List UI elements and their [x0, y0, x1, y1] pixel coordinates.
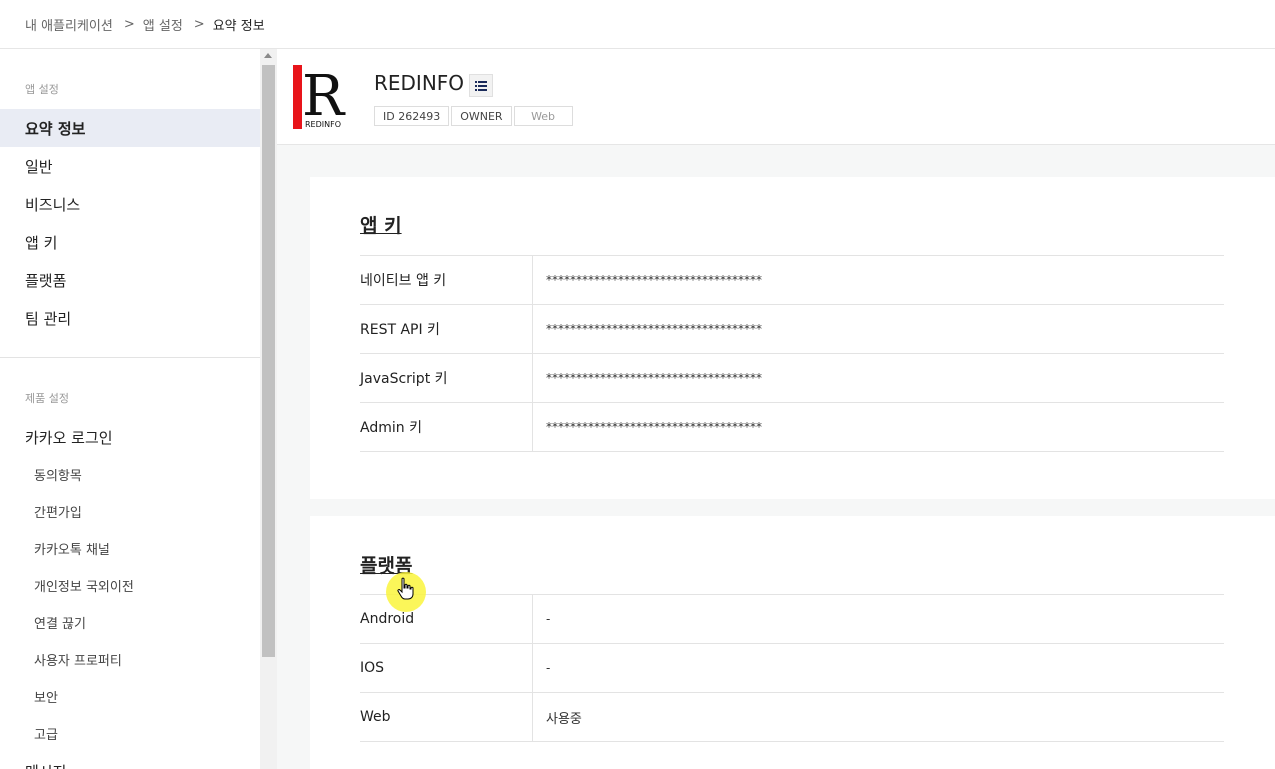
- scroll-up-arrow-icon[interactable]: [264, 53, 272, 58]
- platform-value: -: [546, 612, 551, 626]
- breadcrumb-separator: >: [123, 16, 135, 32]
- app-keys-card: 앱 키 네이티브 앱 키 ***************************…: [310, 177, 1275, 499]
- key-value: ************************************: [546, 273, 762, 287]
- table-row: IOS -: [360, 644, 1224, 693]
- sidebar-subitem-kakaotalk-channel[interactable]: 카카오톡 채널: [0, 530, 260, 567]
- sidebar-item-message[interactable]: 메시지: [0, 752, 260, 769]
- breadcrumb-app-settings[interactable]: 앱 설정: [143, 15, 183, 34]
- breadcrumb: 내 애플리케이션 > 앱 설정 > 요약 정보: [0, 0, 1275, 49]
- table-row: Admin 키 ********************************…: [360, 403, 1224, 452]
- scrollbar-thumb[interactable]: [262, 65, 275, 657]
- platform-label: IOS: [360, 644, 533, 692]
- table-row: 네이티브 앱 키 *******************************…: [360, 256, 1224, 305]
- sidebar-subitem-simple-signup[interactable]: 간편가입: [0, 493, 260, 530]
- key-label: REST API 키: [360, 305, 533, 353]
- breadcrumb-summary: 요약 정보: [212, 18, 265, 34]
- app-logo-text: REDINFO: [305, 120, 341, 129]
- sidebar-item-team[interactable]: 팀 관리: [0, 299, 260, 337]
- main-content: R REDINFO REDINFO ID 262493 OWNER Web 앱 …: [277, 49, 1275, 769]
- app-menu-button[interactable]: [469, 74, 493, 97]
- sidebar-item-business[interactable]: 비즈니스: [0, 185, 260, 223]
- sidebar-section-product-settings: 제품 설정: [25, 392, 69, 405]
- sidebar-item-summary[interactable]: 요약 정보: [0, 109, 260, 147]
- app-name: REDINFO: [374, 71, 465, 95]
- sidebar-subitem-advanced[interactable]: 고급: [0, 715, 260, 752]
- platform-value: 사용중: [546, 711, 582, 727]
- key-value: ************************************: [546, 371, 762, 385]
- sidebar-section-app-settings: 앱 설정: [25, 83, 59, 96]
- app-keys-table: 네이티브 앱 키 *******************************…: [360, 255, 1224, 452]
- key-label: Admin 키: [360, 403, 533, 451]
- table-row: REST API 키 *****************************…: [360, 305, 1224, 354]
- sidebar-subitem-overseas-transfer[interactable]: 개인정보 국외이전: [0, 567, 260, 604]
- table-row: Android -: [360, 595, 1224, 644]
- breadcrumb-my-applications[interactable]: 내 애플리케이션: [25, 15, 113, 34]
- breadcrumb-separator: >: [193, 16, 205, 32]
- sidebar: 앱 설정 요약 정보 일반 비즈니스 앱 키 플랫폼 팀 관리 제품 설정 카카…: [0, 49, 260, 769]
- sidebar-item-app-keys[interactable]: 앱 키: [0, 223, 260, 261]
- app-platform-badge: Web: [513, 106, 573, 126]
- table-row: Web 사용중: [360, 693, 1224, 742]
- sidebar-item-kakao-login[interactable]: 카카오 로그인: [0, 418, 260, 456]
- list-icon: [475, 80, 487, 91]
- key-label: 네이티브 앱 키: [360, 256, 533, 304]
- sidebar-scrollbar[interactable]: [260, 49, 277, 769]
- sidebar-subitem-user-properties[interactable]: 사용자 프로퍼티: [0, 641, 260, 678]
- sidebar-subitem-unlink[interactable]: 연결 끊기: [0, 604, 260, 641]
- app-logo: R REDINFO: [293, 65, 346, 129]
- table-row: JavaScript 키 ***************************…: [360, 354, 1224, 403]
- key-value: ************************************: [546, 420, 762, 434]
- app-id-badge: ID 262493: [374, 106, 450, 126]
- platform-value: -: [546, 661, 551, 675]
- app-keys-title: 앱 키: [360, 215, 402, 237]
- sidebar-subitem-consent[interactable]: 동의항목: [0, 456, 260, 493]
- app-header: R REDINFO REDINFO ID 262493 OWNER Web: [277, 49, 1275, 145]
- platform-label: Android: [360, 595, 533, 643]
- platform-label: Web: [360, 693, 533, 741]
- sidebar-item-general[interactable]: 일반: [0, 147, 260, 185]
- key-value: ************************************: [546, 322, 762, 336]
- app-tags: ID 262493 OWNER Web: [374, 106, 573, 126]
- sidebar-item-platform[interactable]: 플랫폼: [0, 261, 260, 299]
- key-label: JavaScript 키: [360, 354, 533, 402]
- platform-card: 플랫폼 Android - IOS - Web 사용중: [310, 516, 1275, 769]
- sidebar-subitem-security[interactable]: 보안: [0, 678, 260, 715]
- app-role-badge: OWNER: [451, 106, 512, 126]
- hand-cursor-icon: [397, 577, 414, 600]
- platform-table: Android - IOS - Web 사용중: [360, 594, 1224, 742]
